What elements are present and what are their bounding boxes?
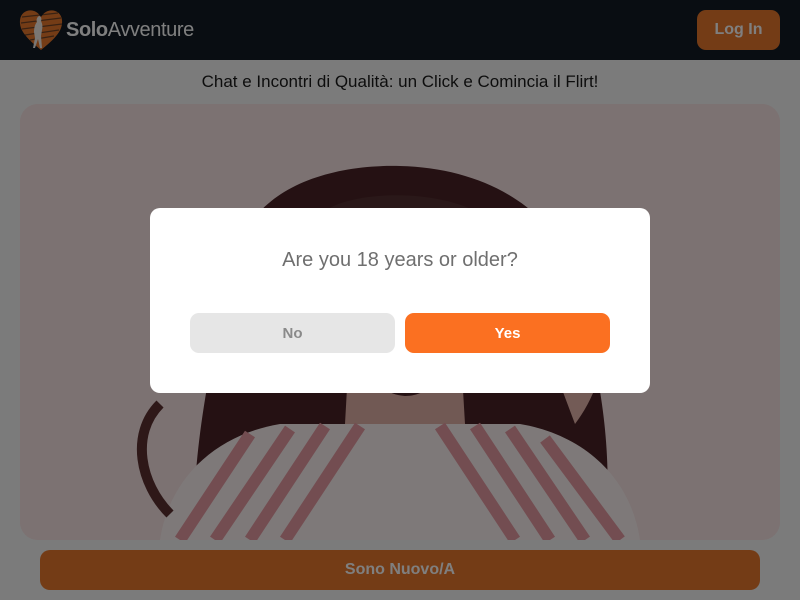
no-button[interactable]: No — [190, 313, 395, 353]
age-question: Are you 18 years or older? — [282, 249, 518, 271]
yes-button[interactable]: Yes — [405, 313, 610, 353]
age-verification-dialog: Are you 18 years or older? No Yes — [150, 208, 650, 393]
